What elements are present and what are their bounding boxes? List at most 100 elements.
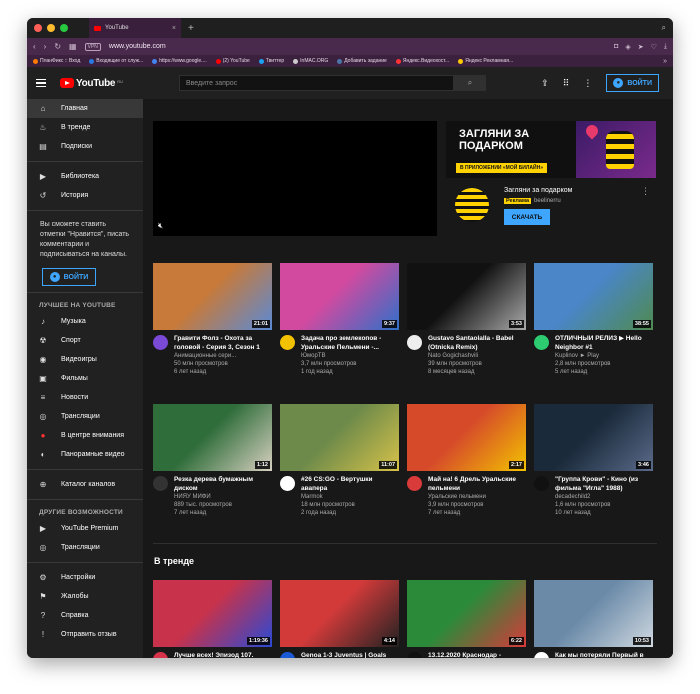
search-input[interactable]: Введите запрос xyxy=(179,75,454,91)
channel-name[interactable]: Marmok xyxy=(301,493,399,501)
tab-close-icon[interactable]: × xyxy=(172,25,176,32)
video-title[interactable]: "Группа Крови" - Кино (из фильма "Игла" … xyxy=(555,476,653,493)
reload-icon[interactable]: ↻ xyxy=(54,42,61,51)
more-vert-icon[interactable]: ⋮ xyxy=(583,78,592,89)
video-card[interactable]: 6:22 13.12.2020 Краснодар - Локомотив - 5… xyxy=(407,580,526,658)
forward-icon[interactable]: › xyxy=(44,42,47,51)
video-thumbnail[interactable]: 1:12 xyxy=(153,404,272,471)
sidebar-item-gear[interactable]: ⚙ Настройки xyxy=(27,568,143,587)
channel-avatar[interactable] xyxy=(153,476,168,491)
video-title[interactable]: Гравити Фолз - Охота за головой - Серия … xyxy=(174,335,272,352)
sidebar-item-subscriptions[interactable]: ▤ Подписки xyxy=(27,137,143,156)
video-thumbnail[interactable]: 2:17 xyxy=(407,404,526,471)
send-icon[interactable]: ➤ xyxy=(638,43,644,51)
browser-tab-youtube[interactable]: YouTube × xyxy=(89,18,181,38)
sidebar-item-home[interactable]: ⌂ Главная xyxy=(27,99,143,118)
channel-avatar[interactable] xyxy=(280,335,295,350)
video-card[interactable]: 1:19:36 Лучше всех! Эпизод 107. Выпуск от… xyxy=(153,580,272,658)
menu-icon[interactable] xyxy=(36,78,46,88)
channel-avatar[interactable] xyxy=(407,335,422,350)
channel-name[interactable]: Kuplinov ► Play xyxy=(555,352,653,360)
video-card[interactable]: 1:12 Резка дерева бумажным диском НИЯУ МИФ… xyxy=(153,404,272,517)
channel-avatar[interactable] xyxy=(407,652,422,658)
sidebar-item-live[interactable]: ◎ Трансляции xyxy=(27,538,143,557)
sidebar-item-sport[interactable]: ☢ Спорт xyxy=(27,331,143,350)
bookmark-item[interactable]: Входящие от служ... xyxy=(89,58,143,64)
video-card[interactable]: 21:01 Гравити Фолз - Охота за головой - С… xyxy=(153,263,272,376)
sidebar-signin-button[interactable]: ● ВОЙТИ xyxy=(42,268,96,286)
download-icon[interactable]: ⤓ xyxy=(664,43,667,51)
sidebar-item-catalog[interactable]: ⊕ Каталог каналов xyxy=(27,475,143,494)
channel-name[interactable]: НИЯУ МИФИ xyxy=(174,493,272,501)
bookmark-item[interactable]: ПланФикс :: Вход xyxy=(33,58,80,64)
bookmark-item[interactable]: https://www.google.... xyxy=(152,58,207,64)
sidebar-item-movies[interactable]: ▣ Фильмы xyxy=(27,369,143,388)
video-card[interactable]: 38:55 ОТЛИЧНЫЙ РЕЛИЗ ▶ Hello Neighbor #1 K… xyxy=(534,263,653,376)
url-field[interactable]: www.youtube.com xyxy=(109,43,606,50)
video-thumbnail[interactable]: 10:53 xyxy=(534,580,653,647)
mute-icon[interactable]: 🔇︎ xyxy=(158,221,163,231)
ad-banner[interactable]: ЗАГЛЯНИ ЗА ПОДАРКОМ В ПРИЛОЖЕНИИ «МОЙ БИ… xyxy=(446,121,656,178)
sidebar-item-spotlight[interactable]: ● В центре внимания xyxy=(27,426,143,445)
video-card[interactable]: 2:17 Май на! 6 Дрель Уральские пельмени Ур… xyxy=(407,404,526,517)
sidebar-item-flag[interactable]: ⚑ Жалобы xyxy=(27,587,143,606)
video-title[interactable]: 13.12.2020 Краснодар - Локомотив - 5:0. … xyxy=(428,652,526,658)
video-card[interactable]: 11:07 #26 CS:GO - Вертушки авапера Marmok 1… xyxy=(280,404,399,517)
video-thumbnail[interactable]: 1:19:36 xyxy=(153,580,272,647)
ad-download-button[interactable]: СКАЧАТЬ xyxy=(504,209,550,225)
video-card[interactable]: 9:37 Задача про землекопов - Уральские Пе… xyxy=(280,263,399,376)
channel-avatar[interactable] xyxy=(280,652,295,658)
bookmark-item[interactable]: (2) YouTube xyxy=(215,58,250,64)
bookmark-item[interactable]: Яндекс Рекламная... xyxy=(458,58,513,64)
heart-icon[interactable]: ♡ xyxy=(651,43,657,51)
speed-dial-icon[interactable]: ▦ xyxy=(69,42,77,51)
sidebar-item-premium[interactable]: ▶ YouTube Premium xyxy=(27,519,143,538)
video-thumbnail[interactable]: 6:22 xyxy=(407,580,526,647)
camera-icon[interactable]: ◘ xyxy=(614,43,618,51)
channel-name[interactable]: Уральские пельмени xyxy=(428,493,526,501)
video-title[interactable]: #26 CS:GO - Вертушки авапера xyxy=(301,476,399,493)
video-thumbnail[interactable]: 3:53 xyxy=(407,263,526,330)
search-button[interactable]: ⌕ xyxy=(454,75,486,91)
sidebar-item-library[interactable]: ▶ Библиотека xyxy=(27,167,143,186)
youtube-logo[interactable]: YouTube RU xyxy=(60,78,123,89)
bookmark-item[interactable]: Твиттер xyxy=(258,58,284,64)
bookmark-item[interactable]: Яндекс.Видеохост... xyxy=(395,58,449,64)
sidebar-item-music[interactable]: ♪ Музыка xyxy=(27,312,143,331)
video-thumbnail[interactable]: 38:55 xyxy=(534,263,653,330)
minimize-window-icon[interactable] xyxy=(47,24,55,32)
video-card[interactable]: 3:53 Gustavo Santaolalla - Babel (Otnicka… xyxy=(407,263,526,376)
video-thumbnail[interactable]: 4:14 xyxy=(280,580,399,647)
channel-name[interactable]: Анимационные сери... xyxy=(174,352,272,360)
promo-video-player[interactable]: 🔇︎ xyxy=(153,121,437,236)
bookmark-item[interactable]: Добавить задание xyxy=(337,58,387,64)
video-thumbnail[interactable]: 9:37 xyxy=(280,263,399,330)
video-title[interactable]: Май на! 6 Дрель Уральские пельмени xyxy=(428,476,526,493)
upload-icon[interactable]: ⇪ xyxy=(541,78,549,89)
channel-avatar[interactable] xyxy=(407,476,422,491)
video-thumbnail[interactable]: 21:01 xyxy=(153,263,272,330)
video-title[interactable]: Лучше всех! Эпизод 107. Выпуск от 13.12.… xyxy=(174,652,272,658)
channel-avatar[interactable] xyxy=(534,476,549,491)
ad-name[interactable]: Загляни за подарком xyxy=(504,187,572,194)
channel-name[interactable]: ЮморТВ xyxy=(301,352,399,360)
sidebar-item-360[interactable]: ◐ Панорамные видео xyxy=(27,445,143,464)
apps-icon[interactable]: ⠿ xyxy=(563,78,570,89)
video-card[interactable]: 10:53 Как мы потеряли Первый в Мире Косми… xyxy=(534,580,653,658)
channel-avatar[interactable] xyxy=(153,652,168,658)
more-vert-icon[interactable]: ⋮ xyxy=(641,186,650,197)
video-title[interactable]: Как мы потеряли Первый в Мире Космически… xyxy=(555,652,653,658)
tab-search-icon[interactable]: ⌕ xyxy=(662,23,666,33)
video-card[interactable]: 4:14 Genoa 1-3 Juventus | Goals from Dyba… xyxy=(280,580,399,658)
video-title[interactable]: Genoa 1-3 Juventus | Goals from Dybala a… xyxy=(301,652,399,658)
channel-avatar[interactable] xyxy=(534,652,549,658)
back-icon[interactable]: ‹ xyxy=(33,42,36,51)
sidebar-item-fire[interactable]: ♨ В тренде xyxy=(27,118,143,137)
maximize-window-icon[interactable] xyxy=(60,24,68,32)
sidebar-item-feedback[interactable]: ! Отправить отзыв xyxy=(27,625,143,644)
video-thumbnail[interactable]: 11:07 xyxy=(280,404,399,471)
video-thumbnail[interactable]: 3:46 xyxy=(534,404,653,471)
video-title[interactable]: Задача про землекопов - Уральские Пельме… xyxy=(301,335,399,352)
sidebar-item-help[interactable]: ? Справка xyxy=(27,606,143,625)
channel-avatar[interactable] xyxy=(280,476,295,491)
